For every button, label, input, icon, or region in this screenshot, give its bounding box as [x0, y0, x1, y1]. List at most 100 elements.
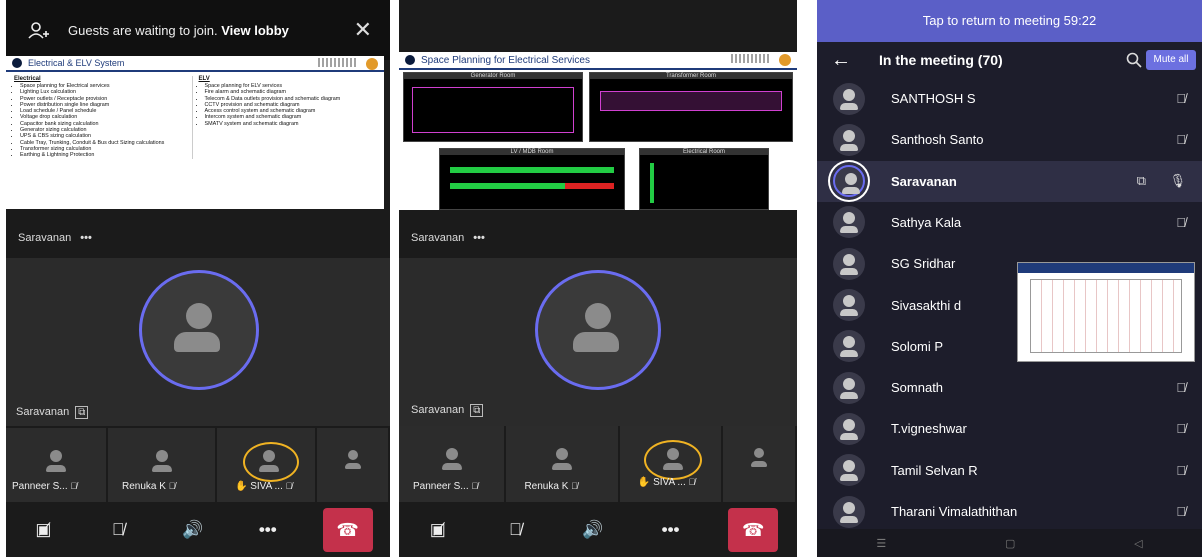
- participant-row[interactable]: Santhosh Santo 🎙̸: [817, 119, 1202, 160]
- drawing-lines: [600, 91, 782, 111]
- participant-tiles: Panneer S... 🎙̸ Renuka K 🎙̸ ✋ SIVA ... 🎙…: [6, 428, 390, 502]
- end-call-icon[interactable]: ☎: [728, 508, 779, 552]
- participant-row[interactable]: Sathya Kala 🎙̸: [817, 202, 1202, 243]
- mic-off-icon[interactable]: 🎙̸: [1176, 421, 1186, 436]
- avatar: [833, 371, 865, 404]
- person-icon: [344, 450, 361, 469]
- participant-row[interactable]: Saravanan ⧉ 🎙: [817, 160, 1202, 202]
- camera-off-icon[interactable]: ▣̸: [23, 520, 63, 540]
- tile-label: Panneer S...: [413, 481, 469, 492]
- more-icon[interactable]: •••: [473, 232, 485, 244]
- brand-badge-icon: [779, 54, 791, 66]
- drawing-lines: [450, 167, 614, 173]
- mic-off-icon[interactable]: 🎙̸: [1176, 91, 1186, 106]
- tile-panneer[interactable]: Panneer S... 🎙̸: [6, 428, 106, 502]
- presenter-name-top: Saravanan •••: [411, 232, 485, 244]
- speaker-icon[interactable]: 🔊: [573, 520, 613, 540]
- participant-row[interactable]: Somnath 🎙̸: [817, 367, 1202, 408]
- back-arrow-icon[interactable]: ←: [831, 49, 851, 72]
- participant-row[interactable]: Tamil Selvan R 🎙̸: [817, 450, 1202, 491]
- speaker-icon[interactable]: 🔊: [173, 520, 213, 540]
- presenter-name-top: Saravanan •••: [18, 232, 92, 244]
- presenter-name-bottom: Saravanan ⧉: [16, 406, 89, 419]
- view-lobby-link[interactable]: View lobby: [221, 23, 289, 38]
- main-video-stage: Saravanan ⧉: [399, 258, 797, 426]
- participant-name: Saravanan: [891, 173, 957, 189]
- hand-raise-icon: ✋: [235, 481, 248, 492]
- mic-off-icon[interactable]: 🎙̸: [495, 520, 535, 540]
- shared-slide: Electrical & ELV System Electrical Space…: [6, 56, 384, 209]
- participant-row[interactable]: SANTHOSH S 🎙̸: [817, 78, 1202, 119]
- camera-off-icon[interactable]: ▣̸: [418, 520, 458, 540]
- home-icon[interactable]: ▢: [1005, 537, 1015, 550]
- electrical-heading: Electrical: [14, 76, 41, 82]
- participant-name: Tamil Selvan R: [891, 462, 978, 478]
- presenter-label: Saravanan: [18, 232, 72, 244]
- end-call-icon[interactable]: ☎: [322, 508, 373, 552]
- participant-name: SANTHOSH S: [891, 91, 976, 106]
- tile-renuka[interactable]: Renuka K 🎙̸: [108, 428, 215, 502]
- person-icon: [441, 448, 462, 470]
- middle-call-screen: Space Planning for Electrical Services G…: [399, 0, 797, 557]
- participant-name: Somnath: [891, 380, 944, 396]
- person-icon: [151, 450, 172, 472]
- more-icon[interactable]: •••: [80, 232, 92, 244]
- screen-share-icon: ⧉: [470, 404, 484, 417]
- tile-label: SIVA ...: [250, 481, 283, 492]
- mic-off-icon[interactable]: 🎙̸: [1176, 504, 1186, 519]
- diagram-label: Transformer Room: [590, 73, 792, 79]
- shared-content-popup[interactable]: [1017, 262, 1195, 362]
- mic-off-icon: 🎙̸: [70, 481, 78, 491]
- diagram-label: LV / MDB Room: [440, 149, 624, 155]
- brand-badge-icon: [366, 58, 378, 70]
- more-icon[interactable]: •••: [248, 520, 288, 540]
- tile-extra[interactable]: [317, 428, 388, 502]
- tile-siva[interactable]: ✋ SIVA ... 🎙̸: [217, 428, 315, 502]
- slide-columns: Electrical Space planning for Electrical…: [6, 72, 384, 159]
- mic-icon[interactable]: 🎙: [1169, 173, 1186, 189]
- back-icon[interactable]: ◁: [1134, 537, 1142, 550]
- participant-name: Solomi P: [891, 338, 944, 354]
- diagram-label: Generator Room: [404, 73, 582, 79]
- brand-text-mark: [318, 58, 358, 67]
- search-icon[interactable]: [1126, 52, 1142, 68]
- brand-text-mark: [731, 54, 771, 63]
- shared-slide: Space Planning for Electrical Services G…: [399, 52, 797, 210]
- tile-extra[interactable]: [723, 426, 795, 502]
- mic-off-icon[interactable]: 🎙̸: [1176, 463, 1186, 478]
- close-icon[interactable]: ✕: [354, 17, 372, 43]
- mic-off-icon: 🎙̸: [688, 477, 696, 487]
- slide-header: Electrical & ELV System: [6, 56, 384, 72]
- tile-renuka[interactable]: Renuka K 🎙̸: [506, 426, 618, 502]
- avatar: [833, 412, 865, 445]
- more-icon[interactable]: •••: [651, 520, 691, 540]
- elv-list: Space planning for ELV servicesFire alar…: [199, 83, 371, 127]
- mic-off-icon[interactable]: 🎙̸: [1176, 215, 1186, 230]
- avatar: [833, 123, 865, 156]
- participant-name: Sivasakthi d: [891, 297, 962, 313]
- person-icon: [259, 450, 279, 472]
- lobby-text: Guests are waiting to join. View lobby: [68, 23, 289, 38]
- menu-icon[interactable]: ☰: [876, 537, 886, 550]
- mic-off-icon[interactable]: 🎙̸: [98, 520, 138, 540]
- screen-share-icon: ⧉: [1136, 173, 1146, 189]
- participant-row[interactable]: Tharani Vimalathithan 🎙̸: [817, 491, 1202, 532]
- tile-siva[interactable]: ✋ SIVA ... 🎙̸: [619, 426, 722, 502]
- mic-off-icon[interactable]: 🎙̸: [1176, 380, 1186, 395]
- tile-panneer[interactable]: Panneer S... 🎙̸: [399, 426, 505, 502]
- slide-title: Space Planning for Electrical Services: [421, 54, 590, 66]
- mic-off-icon: 🎙̸: [571, 481, 578, 491]
- logo-icon: [405, 55, 415, 65]
- transformer-room-drawing: Transformer Room: [589, 72, 793, 142]
- participant-row[interactable]: T.vigneshwar 🎙̸: [817, 408, 1202, 449]
- left-call-screen: Guests are waiting to join. View lobby ✕…: [6, 0, 390, 557]
- avatar: [833, 247, 865, 280]
- person-icon: [552, 448, 573, 470]
- call-controls: ▣̸ 🎙̸ 🔊 ••• ☎: [399, 503, 797, 557]
- lobby-banner[interactable]: Guests are waiting to join. View lobby ✕: [6, 0, 390, 60]
- hand-raise-icon: ✋: [637, 477, 651, 488]
- mic-off-icon[interactable]: 🎙̸: [1176, 132, 1186, 147]
- participant-name: Santhosh Santo: [891, 132, 984, 148]
- mute-all-button[interactable]: Mute all: [1146, 50, 1196, 70]
- return-to-meeting-bar[interactable]: Tap to return to meeting 59:22: [817, 0, 1202, 42]
